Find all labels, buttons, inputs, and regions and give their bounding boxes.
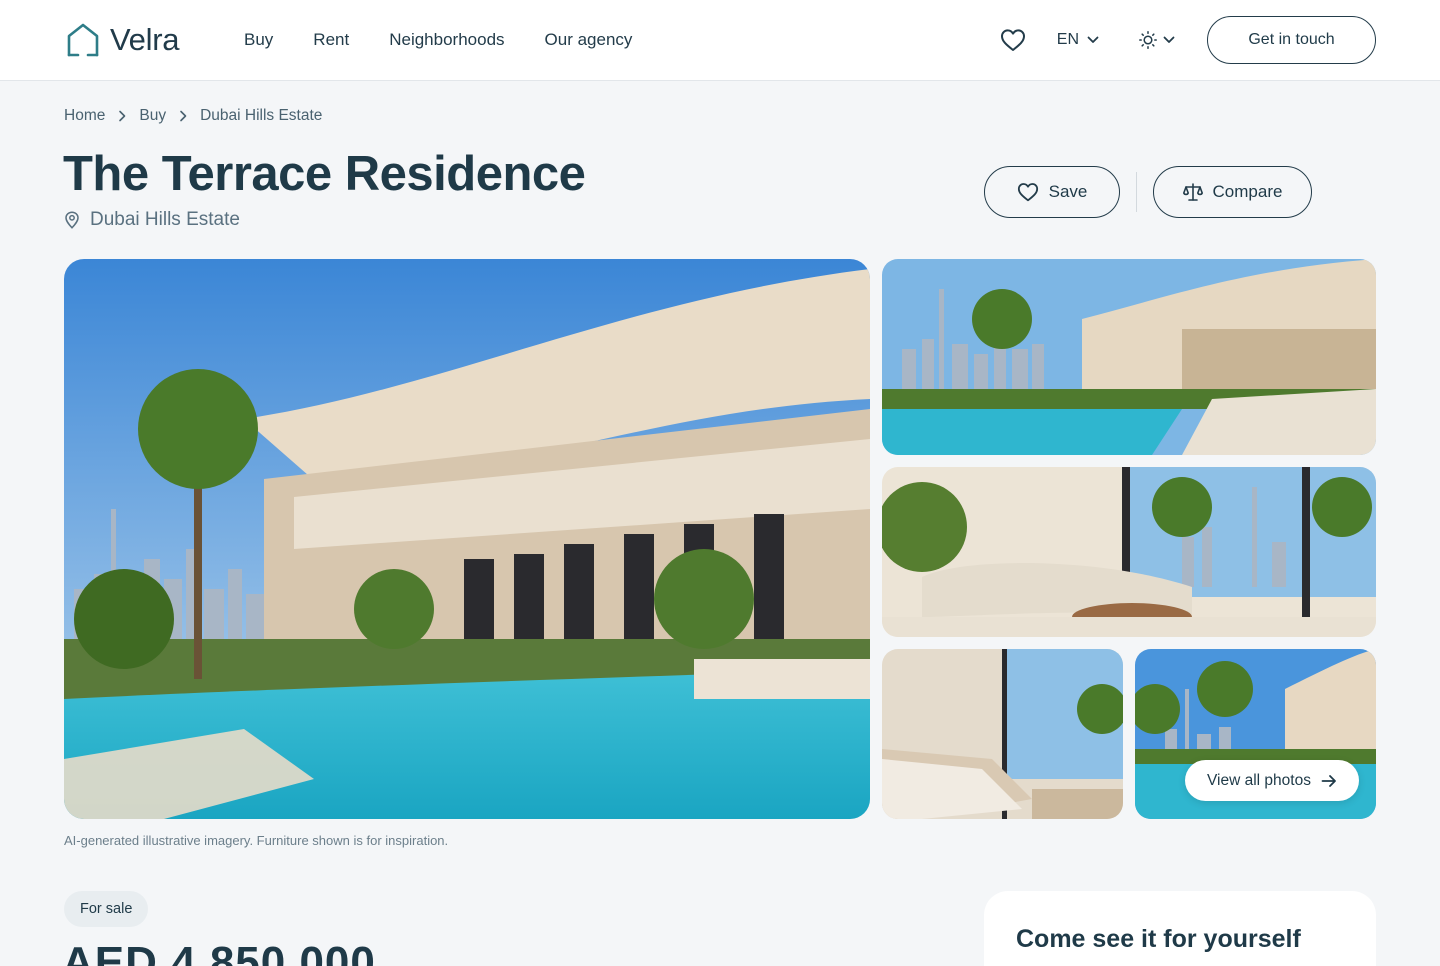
chevron-down-icon: [1087, 36, 1099, 43]
breadcrumb-home[interactable]: Home: [64, 107, 105, 125]
contact-card-title: Come see it for yourself: [1016, 925, 1301, 953]
chevron-down-icon: [1163, 36, 1175, 43]
status-badge: For sale: [64, 891, 149, 927]
scale-icon: [1182, 183, 1203, 201]
map-pin-icon: [65, 211, 79, 229]
listing-actions: Save Compare: [984, 166, 1312, 218]
heart-icon: [1017, 183, 1038, 202]
brand-name: Velra: [110, 22, 180, 57]
nav-item-rent[interactable]: Rent: [313, 29, 349, 51]
save-button[interactable]: Save: [984, 166, 1120, 218]
chevron-right-icon: [179, 110, 187, 122]
favorites-button[interactable]: [999, 26, 1027, 54]
arrow-right-icon: [1321, 774, 1336, 787]
villa-exterior-image: [64, 259, 870, 819]
save-label: Save: [1048, 182, 1088, 201]
language-selector[interactable]: EN: [1057, 31, 1099, 49]
nav-item-neighborhoods[interactable]: Neighborhoods: [389, 29, 504, 51]
contact-card: Come see it for yourself: [984, 891, 1376, 966]
header-actions: EN Get in touch: [999, 16, 1376, 64]
get-in-touch-button[interactable]: Get in touch: [1207, 16, 1376, 64]
living-room-image: [882, 467, 1376, 637]
listing-location: Dubai Hills Estate: [64, 209, 240, 231]
breadcrumb: Home Buy Dubai Hills Estate: [64, 107, 322, 125]
compare-button[interactable]: Compare: [1153, 166, 1312, 218]
theme-selector[interactable]: [1139, 31, 1175, 49]
main-nav: Buy Rent Neighborhoods Our agency: [244, 29, 672, 51]
listing-price: AED 4,850,000: [62, 938, 376, 966]
site-header: Velra Buy Rent Neighborhoods Our agency …: [0, 0, 1440, 81]
breadcrumb-current: Dubai Hills Estate: [200, 107, 323, 124]
breadcrumb-buy[interactable]: Buy: [139, 107, 166, 125]
location-label: Dubai Hills Estate: [90, 209, 240, 230]
heart-icon: [1000, 29, 1025, 51]
compare-label: Compare: [1212, 182, 1283, 201]
brand-logo[interactable]: Velra: [66, 22, 179, 58]
nav-item-buy[interactable]: Buy: [244, 29, 273, 51]
image-disclaimer: AI-generated illustrative imagery. Furni…: [64, 833, 449, 848]
actions-divider: [1136, 172, 1137, 212]
main-photo[interactable]: [64, 259, 870, 819]
language-label: EN: [1056, 31, 1079, 48]
page-title: The Terrace Residence: [63, 147, 586, 201]
house-logo-icon: [67, 23, 99, 57]
gallery-photo-bedroom[interactable]: [882, 649, 1123, 819]
gallery-photo-pool[interactable]: [882, 259, 1376, 455]
view-all-photos-button[interactable]: View all photos: [1185, 760, 1359, 801]
chevron-right-icon: [118, 110, 126, 122]
nav-item-our-agency[interactable]: Our agency: [545, 29, 633, 51]
gallery-photo-living[interactable]: [882, 467, 1376, 637]
bedroom-image: [882, 649, 1123, 819]
sun-icon: [1139, 31, 1157, 49]
view-all-label: View all photos: [1207, 771, 1311, 789]
pool-skyline-image: [882, 259, 1376, 455]
